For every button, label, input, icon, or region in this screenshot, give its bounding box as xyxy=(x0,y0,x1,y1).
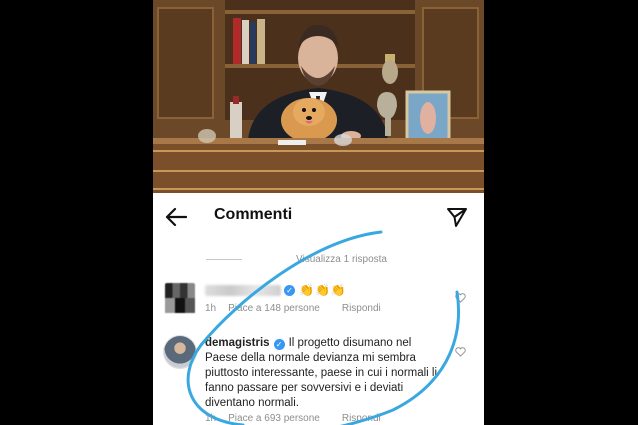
heart-icon[interactable] xyxy=(455,293,466,303)
comment-meta: 1h Piace a 693 persone Rispondi xyxy=(205,413,393,424)
view-replies-label: Visualizza 1 risposta xyxy=(296,254,387,265)
video-scene xyxy=(153,0,484,193)
comment-time: 1h xyxy=(205,303,217,314)
verified-icon: ✓ xyxy=(273,339,285,350)
video-frame[interactable] xyxy=(153,0,484,193)
comment-body: demagistris ✓ Il progetto disumano nel Pae… xyxy=(205,336,445,411)
reply-button[interactable]: Rispondi xyxy=(342,413,381,424)
send-icon[interactable] xyxy=(446,206,468,228)
comment-likes[interactable]: Piace a 693 persone xyxy=(228,413,320,424)
page-title: Commenti xyxy=(214,206,293,223)
reply-button[interactable]: Rispondi xyxy=(342,303,381,314)
comment-meta: 1h Piace a 148 persone Rispondi xyxy=(205,303,393,314)
comment-username[interactable]: demagistris xyxy=(205,337,270,349)
comment-text: 👏👏👏 xyxy=(299,283,347,297)
avatar[interactable] xyxy=(164,336,196,368)
comment-time: 1h xyxy=(205,413,217,424)
back-arrow-icon[interactable] xyxy=(165,207,187,227)
phone-screen: Commenti Visualizza 1 risposta ✓ 👏👏👏 1h … xyxy=(153,0,484,425)
avatar[interactable] xyxy=(165,283,195,313)
verified-icon: ✓ xyxy=(284,285,295,296)
heart-icon[interactable] xyxy=(455,347,466,357)
blurred-username xyxy=(205,285,281,296)
comment-likes[interactable]: Piace a 148 persone xyxy=(228,303,320,314)
comments-header: Commenti xyxy=(153,193,484,241)
view-replies-link[interactable]: Visualizza 1 risposta xyxy=(206,254,387,265)
replies-divider xyxy=(206,259,242,260)
